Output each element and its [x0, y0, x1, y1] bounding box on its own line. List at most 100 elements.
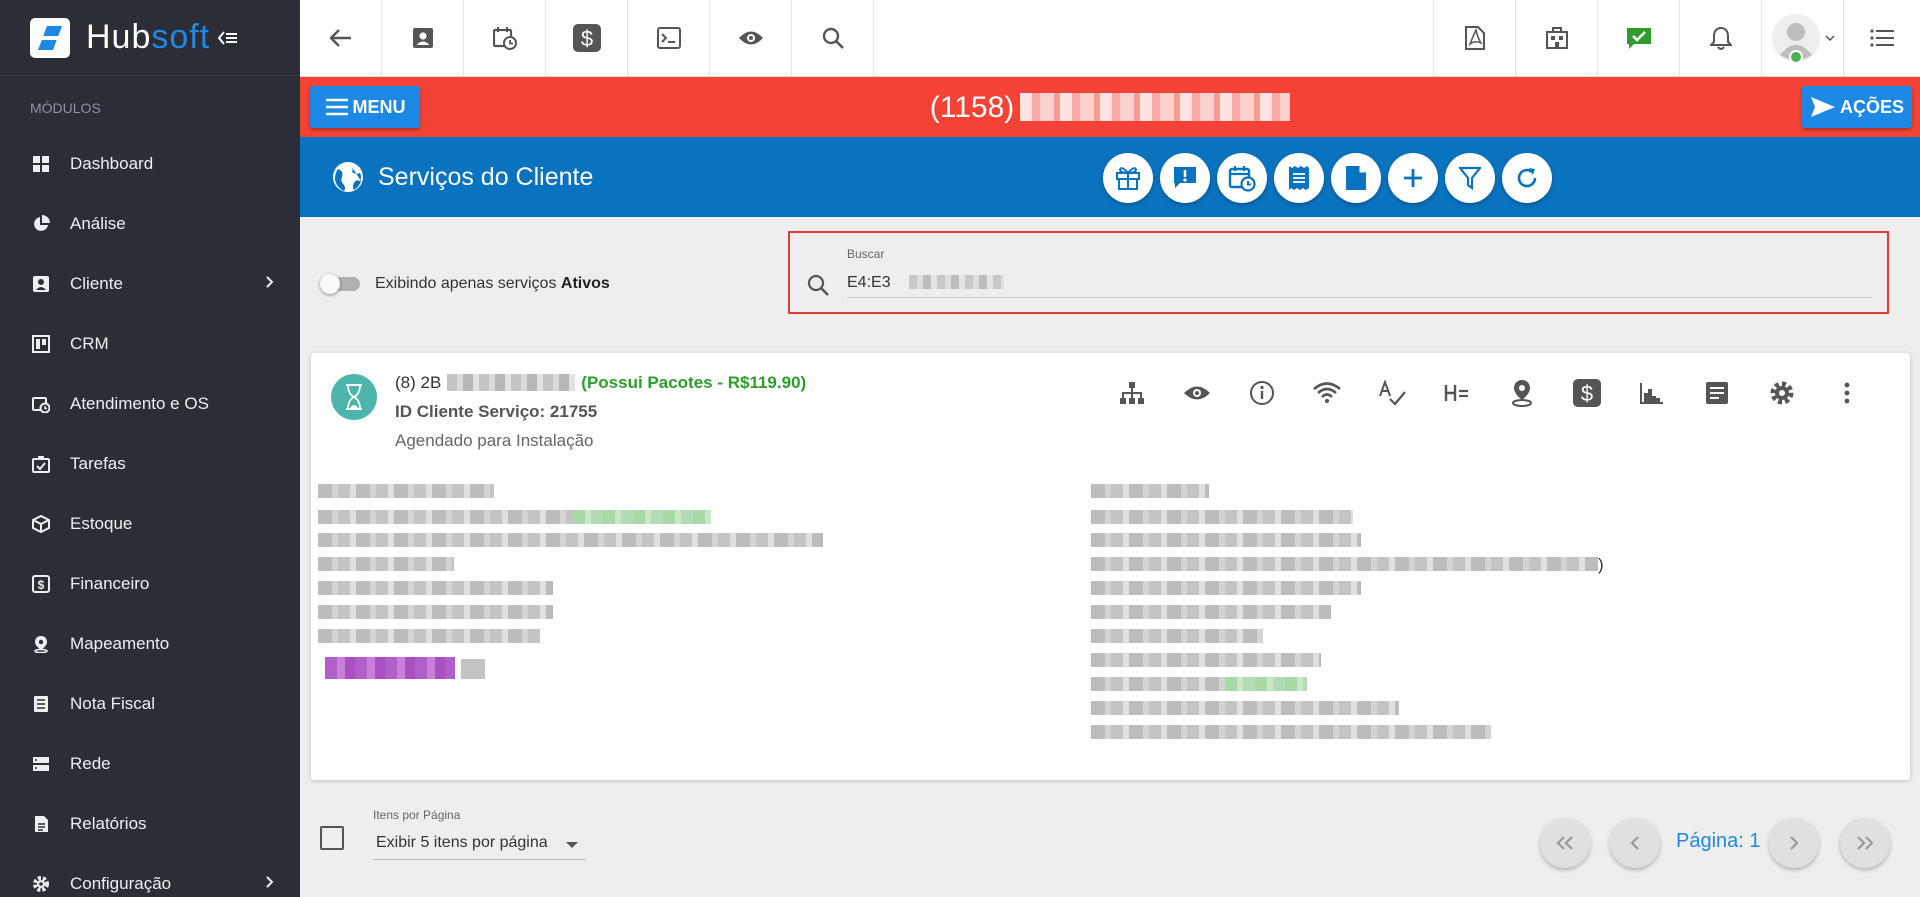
sidebar-item-estoque[interactable]: Estoque [0, 494, 300, 554]
info-button[interactable] [1247, 378, 1277, 408]
redacted-text [318, 605, 553, 619]
redacted-text [1091, 677, 1225, 691]
sidebar-item-rede[interactable]: Rede [0, 734, 300, 794]
schedule-button[interactable] [464, 0, 546, 76]
gift-button[interactable] [1103, 153, 1153, 203]
sidebar-item-analise[interactable]: Análise [0, 194, 300, 254]
refresh-button[interactable] [1502, 153, 1552, 203]
client-card-button[interactable] [382, 0, 464, 76]
redacted-badge [461, 659, 485, 679]
redacted-row-trailing: ) [1598, 555, 1604, 574]
items-per-page-value: Exibir 5 itens por página [376, 834, 548, 851]
double-chevron-left-icon [1555, 835, 1575, 851]
sidebar-item-relatorios[interactable]: Relatórios [0, 794, 300, 854]
list-menu-button[interactable] [1843, 0, 1920, 76]
map-pin-icon [1510, 379, 1534, 407]
next-page-button[interactable] [1769, 818, 1819, 868]
sidebar-item-configuracao[interactable]: Configuração [0, 854, 300, 897]
add-service-button[interactable] [1388, 153, 1438, 203]
redacted-text [318, 581, 553, 595]
svg-text:$: $ [38, 578, 45, 592]
service-card: (8) 2B (Possui Pacotes - R$119.90) ID Cli… [311, 353, 1910, 780]
approvals-button[interactable] [1597, 0, 1679, 76]
document-button[interactable] [1331, 153, 1381, 203]
sidebar-item-label: Dashboard [70, 154, 154, 173]
brand-logo[interactable]: Hubsoft [0, 0, 300, 76]
plus-icon [1402, 167, 1424, 189]
sidebar-item-atendimento-e-os[interactable]: Atendimento e OS [0, 374, 300, 434]
sidebar-item-financeiro[interactable]: $ Financeiro [0, 554, 300, 614]
wifi-button[interactable] [1312, 378, 1342, 408]
chevron-left-icon [1629, 835, 1641, 851]
sidebar-item-label: CRM [70, 334, 109, 353]
actions-button[interactable]: AÇÕES [1802, 86, 1912, 128]
view-service-button[interactable] [1182, 378, 1212, 408]
double-chevron-right-icon [1855, 835, 1875, 851]
usage-chart-button[interactable] [1637, 378, 1667, 408]
notifications-button[interactable] [1679, 0, 1761, 76]
collapse-sidebar-icon[interactable] [218, 30, 238, 45]
gift-icon [1115, 165, 1141, 191]
user-menu[interactable] [1761, 0, 1843, 76]
financial-button[interactable]: $ [546, 0, 628, 76]
redacted-text [1091, 510, 1353, 524]
topology-button[interactable] [1117, 378, 1147, 408]
sidebar-item-dashboard[interactable]: Dashboard [0, 134, 300, 194]
sidebar-item-crm[interactable]: CRM [0, 314, 300, 374]
view-button[interactable] [710, 0, 792, 76]
receipt-button[interactable] [1274, 153, 1324, 203]
sidebar-item-label: Estoque [70, 514, 133, 533]
service-settings-button[interactable] [1767, 378, 1797, 408]
hash-button[interactable] [1442, 378, 1472, 408]
map-location-button[interactable] [1507, 378, 1537, 408]
wifi-icon [1313, 382, 1341, 404]
notes-button[interactable] [1702, 378, 1732, 408]
items-per-page-select[interactable]: Exibir 5 itens por página [373, 826, 586, 860]
search-icon [806, 273, 830, 297]
redacted-text [573, 510, 711, 524]
task-icon [32, 455, 50, 473]
redacted-text [1091, 605, 1331, 619]
check-message-icon [1626, 26, 1652, 50]
pdf-file-icon [1464, 26, 1485, 50]
redacted-text [1091, 629, 1263, 643]
client-title: (1158) [300, 91, 1920, 125]
active-services-toggle-label: Exibindo apenas serviços Ativos [375, 275, 610, 293]
sidebar-item-tarefas[interactable]: Tarefas [0, 434, 300, 494]
sidebar-item-mapeamento[interactable]: Mapeamento [0, 614, 300, 674]
toggle-bold-text: Ativos [560, 275, 610, 292]
company-button[interactable] [1515, 0, 1597, 76]
schedule-service-button[interactable] [1217, 153, 1267, 203]
terminal-button[interactable] [628, 0, 710, 76]
back-button[interactable] [300, 0, 382, 76]
filter-icon [1459, 166, 1481, 190]
service-id: ID Cliente Serviço: 21755 [395, 402, 598, 421]
pdf-button[interactable] [1433, 0, 1515, 76]
sidebar-item-label: Cliente [70, 274, 123, 293]
redacted-text [1091, 557, 1598, 571]
service-financial-button[interactable]: $ [1572, 378, 1602, 408]
redacted-text [1225, 677, 1307, 691]
info-icon [1249, 380, 1275, 406]
more-options-button[interactable] [1832, 378, 1862, 408]
brand-name: Hubsoft [86, 18, 210, 57]
page-title: Serviços do Cliente [378, 163, 594, 191]
previous-page-button[interactable] [1610, 818, 1660, 868]
client-code: (1158) [929, 91, 1015, 124]
redacted-text [318, 484, 494, 498]
active-services-toggle[interactable] [320, 274, 364, 294]
bar-chart-icon [1639, 381, 1665, 405]
sidebar-item-nota-fiscal[interactable]: Nota Fiscal [0, 674, 300, 734]
chevron-right-icon [266, 276, 274, 288]
last-page-button[interactable] [1840, 818, 1890, 868]
first-page-button[interactable] [1540, 818, 1590, 868]
search-button[interactable] [792, 0, 874, 76]
chevron-right-icon [266, 876, 274, 888]
hourglass-icon [345, 384, 363, 410]
spellcheck-button[interactable] [1377, 378, 1407, 408]
select-all-checkbox[interactable] [320, 826, 344, 850]
alert-message-button[interactable] [1160, 153, 1210, 203]
filter-button[interactable] [1445, 153, 1495, 203]
redacted-text [318, 533, 823, 547]
sidebar-item-cliente[interactable]: Cliente [0, 254, 300, 314]
